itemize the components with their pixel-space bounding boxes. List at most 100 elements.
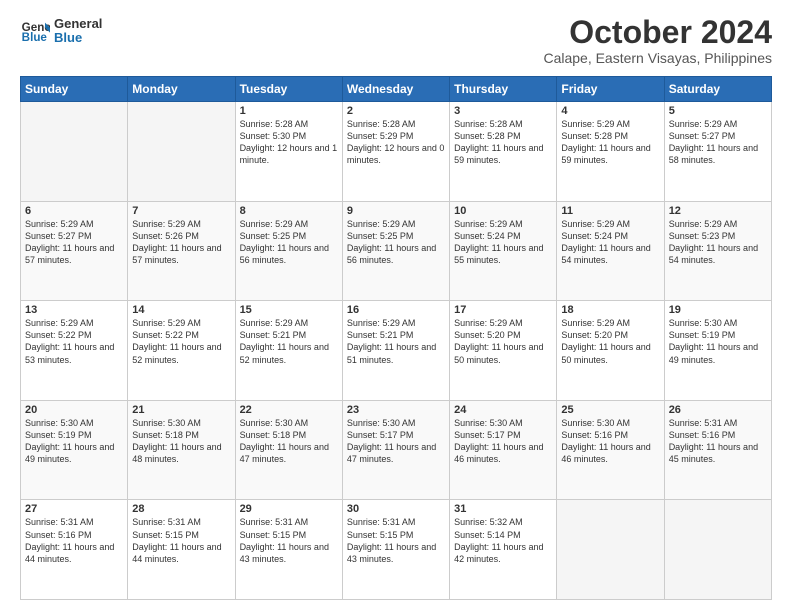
day-number: 23 (347, 404, 445, 416)
calendar-cell: 11Sunrise: 5:29 AM Sunset: 5:24 PM Dayli… (557, 201, 664, 301)
day-number: 4 (561, 105, 659, 117)
calendar-cell: 6Sunrise: 5:29 AM Sunset: 5:27 PM Daylig… (21, 201, 128, 301)
day-number: 26 (669, 404, 767, 416)
day-info: Sunrise: 5:29 AM Sunset: 5:22 PM Dayligh… (25, 317, 123, 366)
weekday-header-sunday: Sunday (21, 77, 128, 102)
day-info: Sunrise: 5:28 AM Sunset: 5:30 PM Dayligh… (240, 118, 338, 167)
day-info: Sunrise: 5:29 AM Sunset: 5:28 PM Dayligh… (561, 118, 659, 167)
day-number: 7 (132, 205, 230, 217)
calendar-cell: 28Sunrise: 5:31 AM Sunset: 5:15 PM Dayli… (128, 500, 235, 600)
calendar-cell: 2Sunrise: 5:28 AM Sunset: 5:29 PM Daylig… (342, 102, 449, 202)
calendar-table: SundayMondayTuesdayWednesdayThursdayFrid… (20, 76, 772, 600)
calendar-cell: 26Sunrise: 5:31 AM Sunset: 5:16 PM Dayli… (664, 400, 771, 500)
day-info: Sunrise: 5:31 AM Sunset: 5:15 PM Dayligh… (240, 516, 338, 565)
calendar-cell: 31Sunrise: 5:32 AM Sunset: 5:14 PM Dayli… (450, 500, 557, 600)
weekday-header-thursday: Thursday (450, 77, 557, 102)
day-info: Sunrise: 5:29 AM Sunset: 5:20 PM Dayligh… (561, 317, 659, 366)
calendar-cell: 29Sunrise: 5:31 AM Sunset: 5:15 PM Dayli… (235, 500, 342, 600)
day-info: Sunrise: 5:30 AM Sunset: 5:18 PM Dayligh… (132, 417, 230, 466)
calendar-cell: 1Sunrise: 5:28 AM Sunset: 5:30 PM Daylig… (235, 102, 342, 202)
day-info: Sunrise: 5:31 AM Sunset: 5:15 PM Dayligh… (347, 516, 445, 565)
weekday-header-saturday: Saturday (664, 77, 771, 102)
day-info: Sunrise: 5:29 AM Sunset: 5:25 PM Dayligh… (347, 218, 445, 267)
calendar-cell: 27Sunrise: 5:31 AM Sunset: 5:16 PM Dayli… (21, 500, 128, 600)
day-number: 10 (454, 205, 552, 217)
day-number: 2 (347, 105, 445, 117)
location-title: Calape, Eastern Visayas, Philippines (543, 50, 772, 66)
calendar-cell: 8Sunrise: 5:29 AM Sunset: 5:25 PM Daylig… (235, 201, 342, 301)
day-info: Sunrise: 5:29 AM Sunset: 5:20 PM Dayligh… (454, 317, 552, 366)
day-number: 22 (240, 404, 338, 416)
day-info: Sunrise: 5:31 AM Sunset: 5:16 PM Dayligh… (25, 516, 123, 565)
day-info: Sunrise: 5:30 AM Sunset: 5:16 PM Dayligh… (561, 417, 659, 466)
day-info: Sunrise: 5:30 AM Sunset: 5:19 PM Dayligh… (25, 417, 123, 466)
calendar-cell: 25Sunrise: 5:30 AM Sunset: 5:16 PM Dayli… (557, 400, 664, 500)
day-info: Sunrise: 5:29 AM Sunset: 5:24 PM Dayligh… (561, 218, 659, 267)
day-number: 12 (669, 205, 767, 217)
day-number: 13 (25, 304, 123, 316)
day-info: Sunrise: 5:30 AM Sunset: 5:17 PM Dayligh… (454, 417, 552, 466)
day-number: 31 (454, 503, 552, 515)
calendar-cell: 20Sunrise: 5:30 AM Sunset: 5:19 PM Dayli… (21, 400, 128, 500)
day-number: 17 (454, 304, 552, 316)
calendar-cell: 12Sunrise: 5:29 AM Sunset: 5:23 PM Dayli… (664, 201, 771, 301)
day-number: 24 (454, 404, 552, 416)
logo-icon: General Blue (20, 16, 50, 46)
calendar-cell: 23Sunrise: 5:30 AM Sunset: 5:17 PM Dayli… (342, 400, 449, 500)
day-info: Sunrise: 5:29 AM Sunset: 5:24 PM Dayligh… (454, 218, 552, 267)
weekday-header-monday: Monday (128, 77, 235, 102)
calendar-week-row: 1Sunrise: 5:28 AM Sunset: 5:30 PM Daylig… (21, 102, 772, 202)
calendar-cell (21, 102, 128, 202)
calendar-cell (128, 102, 235, 202)
day-number: 27 (25, 503, 123, 515)
day-info: Sunrise: 5:30 AM Sunset: 5:17 PM Dayligh… (347, 417, 445, 466)
calendar-cell: 30Sunrise: 5:31 AM Sunset: 5:15 PM Dayli… (342, 500, 449, 600)
day-number: 29 (240, 503, 338, 515)
day-number: 9 (347, 205, 445, 217)
weekday-header-wednesday: Wednesday (342, 77, 449, 102)
day-info: Sunrise: 5:31 AM Sunset: 5:16 PM Dayligh… (669, 417, 767, 466)
day-number: 28 (132, 503, 230, 515)
calendar-cell: 18Sunrise: 5:29 AM Sunset: 5:20 PM Dayli… (557, 301, 664, 401)
weekday-header-friday: Friday (557, 77, 664, 102)
day-info: Sunrise: 5:29 AM Sunset: 5:22 PM Dayligh… (132, 317, 230, 366)
calendar-cell: 21Sunrise: 5:30 AM Sunset: 5:18 PM Dayli… (128, 400, 235, 500)
day-number: 30 (347, 503, 445, 515)
day-number: 19 (669, 304, 767, 316)
day-info: Sunrise: 5:28 AM Sunset: 5:28 PM Dayligh… (454, 118, 552, 167)
title-block: October 2024 Calape, Eastern Visayas, Ph… (543, 16, 772, 66)
day-info: Sunrise: 5:29 AM Sunset: 5:25 PM Dayligh… (240, 218, 338, 267)
weekday-header-tuesday: Tuesday (235, 77, 342, 102)
calendar-cell: 19Sunrise: 5:30 AM Sunset: 5:19 PM Dayli… (664, 301, 771, 401)
day-info: Sunrise: 5:28 AM Sunset: 5:29 PM Dayligh… (347, 118, 445, 167)
calendar-week-row: 6Sunrise: 5:29 AM Sunset: 5:27 PM Daylig… (21, 201, 772, 301)
day-number: 16 (347, 304, 445, 316)
day-info: Sunrise: 5:29 AM Sunset: 5:27 PM Dayligh… (669, 118, 767, 167)
calendar-cell: 10Sunrise: 5:29 AM Sunset: 5:24 PM Dayli… (450, 201, 557, 301)
day-number: 3 (454, 105, 552, 117)
day-number: 20 (25, 404, 123, 416)
day-info: Sunrise: 5:31 AM Sunset: 5:15 PM Dayligh… (132, 516, 230, 565)
day-number: 14 (132, 304, 230, 316)
calendar-cell: 24Sunrise: 5:30 AM Sunset: 5:17 PM Dayli… (450, 400, 557, 500)
logo: General Blue General Blue (20, 16, 102, 46)
calendar-cell: 4Sunrise: 5:29 AM Sunset: 5:28 PM Daylig… (557, 102, 664, 202)
day-number: 8 (240, 205, 338, 217)
day-info: Sunrise: 5:30 AM Sunset: 5:19 PM Dayligh… (669, 317, 767, 366)
calendar-cell: 16Sunrise: 5:29 AM Sunset: 5:21 PM Dayli… (342, 301, 449, 401)
calendar-cell: 7Sunrise: 5:29 AM Sunset: 5:26 PM Daylig… (128, 201, 235, 301)
day-number: 18 (561, 304, 659, 316)
calendar-cell (664, 500, 771, 600)
header: General Blue General Blue October 2024 C… (20, 16, 772, 66)
calendar-cell: 5Sunrise: 5:29 AM Sunset: 5:27 PM Daylig… (664, 102, 771, 202)
calendar-cell: 13Sunrise: 5:29 AM Sunset: 5:22 PM Dayli… (21, 301, 128, 401)
day-number: 1 (240, 105, 338, 117)
calendar-week-row: 13Sunrise: 5:29 AM Sunset: 5:22 PM Dayli… (21, 301, 772, 401)
day-info: Sunrise: 5:29 AM Sunset: 5:21 PM Dayligh… (347, 317, 445, 366)
svg-text:Blue: Blue (22, 31, 48, 44)
weekday-header-row: SundayMondayTuesdayWednesdayThursdayFrid… (21, 77, 772, 102)
page: General Blue General Blue October 2024 C… (0, 0, 792, 612)
calendar-cell (557, 500, 664, 600)
day-number: 11 (561, 205, 659, 217)
day-info: Sunrise: 5:29 AM Sunset: 5:27 PM Dayligh… (25, 218, 123, 267)
